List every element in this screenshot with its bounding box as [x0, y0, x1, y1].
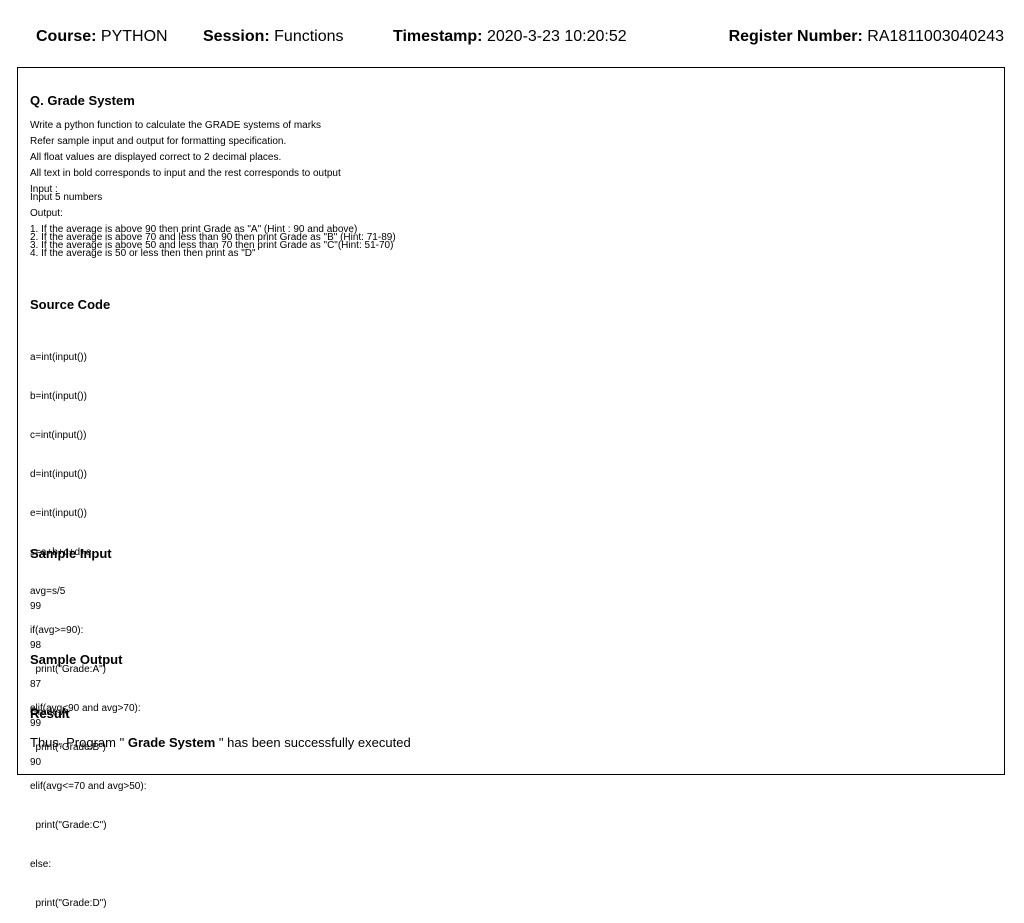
timestamp-label: Timestamp: [393, 28, 483, 45]
question-title: Q. Grade System [30, 93, 135, 108]
source-code-block: a=int(input()) b=int(input()) c=int(inpu… [30, 325, 146, 923]
sample-output-title: Sample Output [30, 652, 123, 667]
sample-input-line: 98 [30, 640, 42, 651]
code-line: else: [30, 859, 52, 870]
code-line: print("Grade:D") [30, 898, 107, 909]
code-line: d=int(input()) [30, 469, 87, 480]
result-title: Result [30, 706, 70, 721]
code-line: avg=s/5 [30, 586, 66, 597]
register-value: RA1811003040243 [867, 28, 1004, 45]
result-program-name: Grade System [127, 735, 216, 750]
sample-input-line: 90 [30, 757, 42, 768]
sample-input-block: 99 98 87 99 90 [30, 574, 41, 782]
sample-input-title: Sample Input [30, 546, 112, 561]
session-value: Functions [274, 28, 344, 45]
question-line: Write a python function to calculate the… [30, 120, 322, 131]
code-line: elif(avg<=70 and avg>50): [30, 781, 147, 792]
register-info: Register Number: RA1811003040243 [729, 28, 1004, 46]
sample-input-line: 99 [30, 601, 42, 612]
code-line: a=int(input()) [30, 352, 87, 363]
course-label: Course: [36, 28, 97, 45]
code-line: b=int(input()) [30, 391, 87, 402]
output-label: Output: [30, 208, 63, 219]
session-label: Session: [203, 28, 270, 45]
input-description: Input 5 numbers [30, 192, 103, 203]
source-code-title: Source Code [30, 297, 111, 312]
code-line: c=int(input()) [30, 430, 87, 441]
course-value: PYTHON [100, 28, 168, 45]
course-info: Course: PYTHON [36, 28, 168, 46]
timestamp-info: Timestamp: 2020-3-23 10:20:52 [393, 28, 627, 46]
code-line: e=int(input()) [30, 508, 87, 519]
register-label: Register Number: [728, 28, 863, 45]
code-line: print("Grade:C") [30, 820, 107, 831]
question-line: All text in bold corresponds to input an… [30, 168, 341, 179]
code-line: if(avg>=90): [30, 625, 84, 636]
timestamp-value: 2020-3-23 10:20:52 [486, 28, 627, 45]
question-line: Refer sample input and output for format… [30, 136, 287, 147]
result-text: Thus, Program " Grade System " has been … [30, 735, 411, 750]
result-prefix: Thus, Program " [30, 735, 125, 750]
result-suffix: " has been successfully executed [218, 735, 411, 750]
question-line: All float values are displayed correct t… [30, 152, 282, 163]
session-info: Session: Functions [203, 28, 344, 46]
output-rule: 4. If the average is 50 or less then the… [30, 248, 256, 259]
